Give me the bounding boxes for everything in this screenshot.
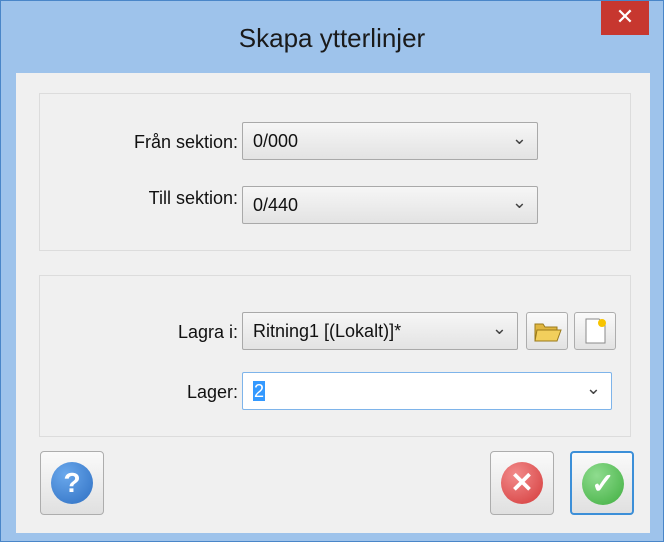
chevron-down-icon: ⌄ <box>585 378 601 398</box>
close-icon: ✕ <box>615 4 635 29</box>
storage-group: Lagra i: Ritning1 [(Lokalt)]* ⌄ Lager: 2 <box>39 275 631 437</box>
dialog-title: Skapa ytterlinjer <box>238 23 426 53</box>
dialog-body: Från sektion: 0/000 ⌄ Till sektion: 0/44… <box>16 73 650 533</box>
title-bar[interactable]: Skapa ytterlinjer ✕ <box>1 1 663 83</box>
ok-button[interactable]: ✓ <box>570 451 634 515</box>
cancel-button[interactable]: ✕ <box>490 451 554 515</box>
from-section-label: Från sektion: <box>133 132 238 152</box>
from-section-dropdown[interactable]: 0/000 ⌄ <box>242 122 538 160</box>
layer-label: Lager: <box>186 382 238 402</box>
green-check-circle-icon: ✓ <box>582 463 624 505</box>
open-folder-button[interactable] <box>526 312 568 350</box>
question-circle-icon: ? <box>51 462 93 504</box>
save-in-value: Ritning1 [(Lokalt)]* <box>253 321 402 341</box>
save-in-label: Lagra i: <box>177 322 238 342</box>
dialog-window: Skapa ytterlinjer ✕ Från sektion: 0/000 … <box>0 0 664 542</box>
section-group: Från sektion: 0/000 ⌄ Till sektion: 0/44… <box>39 93 631 251</box>
open-folder-icon <box>534 323 562 342</box>
new-document-icon <box>585 318 606 344</box>
help-button[interactable]: ? <box>40 451 104 515</box>
red-x-circle-icon: ✕ <box>501 462 543 504</box>
to-section-label: Till sektion: <box>148 188 238 208</box>
layer-combobox[interactable]: 2 ⌄ <box>242 372 612 410</box>
layer-field: 2 <box>253 381 266 402</box>
from-section-value: 0/000 <box>253 131 299 151</box>
chevron-down-icon: ⌄ <box>511 192 527 212</box>
layer-value[interactable]: 2 <box>253 381 266 401</box>
chevron-down-icon: ⌄ <box>491 318 507 338</box>
to-section-value: 0/440 <box>253 195 299 215</box>
chevron-down-icon: ⌄ <box>511 128 527 148</box>
close-button[interactable]: ✕ <box>601 1 649 35</box>
to-section-dropdown[interactable]: 0/440 ⌄ <box>242 186 538 224</box>
save-in-dropdown[interactable]: Ritning1 [(Lokalt)]* ⌄ <box>242 312 518 350</box>
new-document-button[interactable] <box>574 312 616 350</box>
